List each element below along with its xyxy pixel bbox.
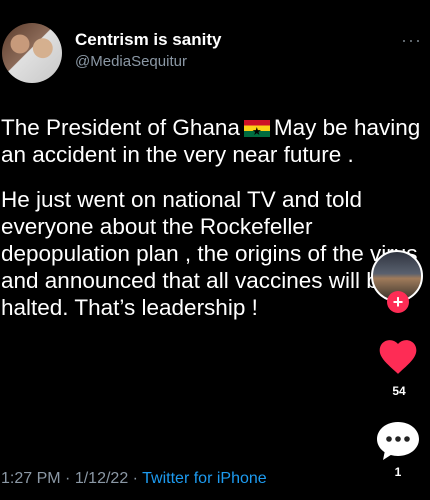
author-handle[interactable]: @MediaSequitur xyxy=(75,53,187,70)
author-display-name[interactable]: Centrism is sanity xyxy=(75,30,221,50)
tweet-meta: 1:27 PM · 1/12/22 · Twitter for iPhone xyxy=(1,470,267,488)
comment-count: 1 xyxy=(394,465,402,479)
author-avatar[interactable] xyxy=(2,23,62,83)
follow-plus-button[interactable]: + xyxy=(387,291,409,313)
ghana-flag-icon xyxy=(243,119,270,146)
meta-separator: · xyxy=(65,470,71,487)
tweet-paragraph-2: He just went on national TV and told eve… xyxy=(1,187,418,320)
meta-separator: · xyxy=(132,470,138,487)
tweet-date: 1/12/22 xyxy=(74,470,129,487)
tweet-p1-start: The President of Ghana xyxy=(1,115,240,140)
like-count: 54 xyxy=(392,384,406,398)
comment-icon[interactable] xyxy=(375,420,421,462)
heart-icon[interactable] xyxy=(376,335,420,379)
tweet-text: The President of GhanaMay be having an a… xyxy=(1,114,429,339)
more-options-icon[interactable]: ··· xyxy=(401,30,422,51)
tweet-time: 1:27 PM xyxy=(1,470,61,487)
tweet-paragraph-1: The President of GhanaMay be having an a… xyxy=(1,114,429,168)
tweet-source-link[interactable]: Twitter for iPhone xyxy=(142,470,267,487)
